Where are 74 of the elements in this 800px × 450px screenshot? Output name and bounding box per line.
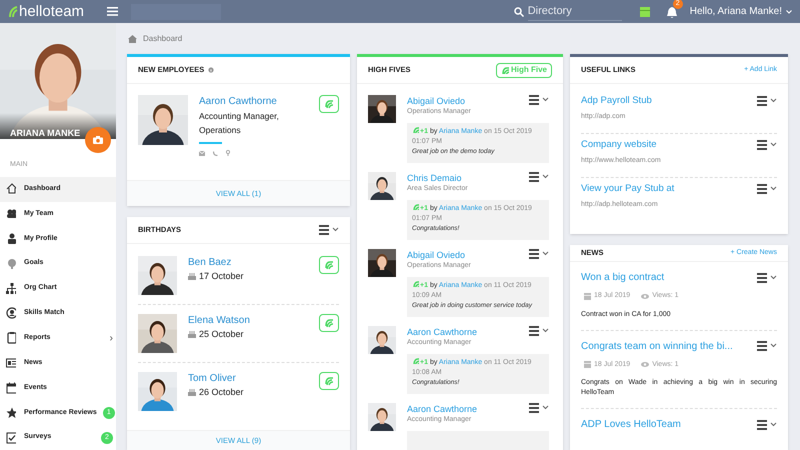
high-five-icon bbox=[500, 66, 509, 74]
news-title[interactable]: ADP Loves HelloTeam bbox=[581, 417, 681, 432]
menu-icon[interactable] bbox=[529, 172, 549, 182]
breadcrumb[interactable]: Dashboard bbox=[143, 32, 182, 44]
link-title[interactable]: Adp Payroll Stub bbox=[581, 94, 652, 108]
chevron-icon: › bbox=[110, 330, 113, 346]
user-menu[interactable]: Hello, Ariana Manke! bbox=[690, 4, 792, 19]
calendar-icon bbox=[584, 361, 591, 368]
menu-icon[interactable] bbox=[107, 7, 118, 16]
birthday-date: 25 October bbox=[199, 328, 244, 341]
high-five-icon bbox=[412, 280, 419, 287]
menu-icon[interactable] bbox=[529, 403, 549, 413]
newspaper-icon bbox=[6, 357, 16, 370]
search-field[interactable]: Directory bbox=[528, 2, 622, 20]
camera-icon bbox=[93, 136, 103, 144]
person-name[interactable]: Tom Oliver bbox=[188, 372, 308, 386]
logo-icon bbox=[8, 6, 18, 18]
calendar-icon bbox=[6, 382, 16, 394]
bell-icon[interactable] bbox=[666, 7, 677, 18]
caret-icon bbox=[786, 10, 792, 14]
high-five-icon bbox=[412, 126, 419, 133]
eye-icon bbox=[641, 294, 650, 299]
archive-icon[interactable] bbox=[640, 6, 650, 16]
info-icon bbox=[208, 67, 214, 73]
news-title[interactable]: Congrats team on winning the bi... bbox=[581, 338, 733, 354]
checkbox-icon bbox=[6, 432, 16, 444]
high-five-icon bbox=[412, 203, 419, 210]
news-title[interactable]: Won a big contract bbox=[581, 270, 664, 285]
birthday-date: 26 October bbox=[199, 386, 244, 399]
menu-icon[interactable] bbox=[529, 95, 549, 105]
high-five-icon bbox=[324, 318, 334, 328]
menu-icon[interactable] bbox=[757, 96, 777, 106]
menu-icon[interactable] bbox=[757, 420, 777, 430]
menu-icon[interactable] bbox=[757, 184, 777, 194]
menu-icon[interactable] bbox=[319, 225, 339, 235]
clipboard-icon bbox=[6, 332, 16, 344]
person-name[interactable]: Abigail Oviedo bbox=[407, 95, 471, 107]
menu-icon[interactable] bbox=[757, 272, 777, 282]
high-five-icon bbox=[324, 376, 334, 386]
person-name[interactable]: Elena Watson bbox=[188, 314, 308, 328]
birthday-date: 17 October bbox=[199, 270, 244, 283]
high-five-icon bbox=[324, 99, 334, 109]
person-icon bbox=[6, 232, 16, 245]
person-name[interactable]: Abigail Oviedo bbox=[407, 249, 471, 261]
cake-icon bbox=[188, 273, 196, 280]
eye-icon bbox=[641, 362, 650, 368]
logo-text: helloteam bbox=[19, 4, 84, 19]
camera-button[interactable] bbox=[85, 127, 111, 153]
lightbulb-icon bbox=[6, 258, 16, 270]
employee-name[interactable]: Aaron Cawthorne bbox=[199, 95, 308, 109]
link-title[interactable]: Company website bbox=[581, 138, 661, 152]
calendar-icon bbox=[584, 292, 591, 300]
menu-icon[interactable] bbox=[757, 341, 777, 351]
home-icon bbox=[6, 183, 16, 196]
group-icon bbox=[6, 208, 16, 220]
high-five-icon bbox=[324, 260, 334, 270]
high-five-icon bbox=[412, 357, 419, 364]
high-five-button[interactable]: High Five bbox=[496, 62, 552, 78]
cake-icon bbox=[188, 331, 196, 338]
menu-icon[interactable] bbox=[757, 140, 777, 150]
menu-icon[interactable] bbox=[529, 249, 549, 259]
person-name[interactable]: Ben Baez bbox=[188, 256, 308, 270]
employee-role: Accounting Manager, Operations bbox=[199, 110, 280, 137]
star-icon bbox=[6, 406, 16, 419]
search-icon bbox=[514, 6, 524, 16]
org-chart-icon bbox=[6, 282, 16, 295]
profile-name: ARIANA MANKE bbox=[10, 127, 80, 140]
person-name[interactable]: Aaron Cawthorne bbox=[407, 326, 478, 338]
cake-icon bbox=[188, 389, 196, 396]
person-name[interactable]: Chris Demaio bbox=[407, 172, 468, 184]
person-name[interactable]: Aaron Cawthorne bbox=[407, 403, 478, 415]
home-icon bbox=[128, 34, 137, 42]
menu-icon[interactable] bbox=[529, 326, 549, 336]
link-title[interactable]: View your Pay Stub at bbox=[581, 182, 674, 196]
